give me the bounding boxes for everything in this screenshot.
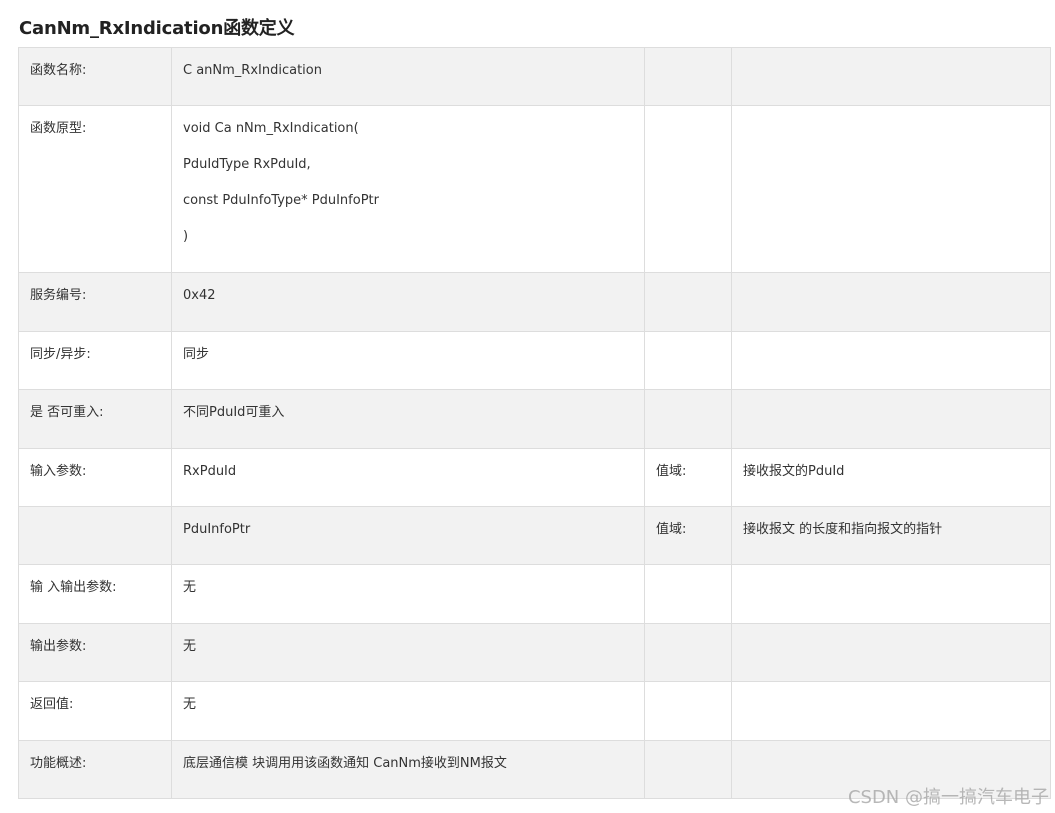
table-row-return-value: 返回值: 无 xyxy=(18,681,1051,741)
function-spec-table: 函数名称: C anNm_RxIndication 函数原型: void Ca … xyxy=(18,46,1051,799)
row-cell-4 xyxy=(731,105,1051,274)
row-label: 输 入输出参数: xyxy=(18,564,172,624)
table-row-inout-params: 输 入输出参数: 无 xyxy=(18,564,1051,624)
row-cell-4 xyxy=(731,330,1051,391)
row-value: 同步 xyxy=(171,330,645,391)
row-value: void Ca nNm_RxIndication( PduIdType RxPd… xyxy=(171,105,645,274)
row-cell-4: 接收报文的PduId xyxy=(731,447,1051,507)
row-cell-3 xyxy=(644,272,732,332)
prototype-line: const PduInfoType* PduInfoPtr xyxy=(183,193,379,209)
row-cell-3 xyxy=(644,564,732,624)
watermark: CSDN @搞一搞汽车电子 xyxy=(847,787,1049,808)
row-cell-4 xyxy=(731,622,1051,683)
table-row-function-prototype: 函数原型: void Ca nNm_RxIndication( PduIdTyp… xyxy=(18,105,1051,274)
row-value: C anNm_RxIndication xyxy=(171,46,645,107)
prototype-line: PduIdType RxPduId, xyxy=(183,157,311,173)
row-cell-3 xyxy=(644,739,732,799)
row-label: 同步/异步: xyxy=(18,330,172,391)
row-cell-4 xyxy=(731,389,1051,449)
row-value: 无 xyxy=(171,681,645,741)
row-label: 返回值: xyxy=(18,681,172,741)
row-cell-3 xyxy=(644,46,732,107)
row-cell-3 xyxy=(644,681,732,741)
row-value: 无 xyxy=(171,622,645,683)
table-row-reentrancy: 是 否可重入: 不同PduId可重入 xyxy=(18,389,1051,449)
row-label xyxy=(18,505,172,566)
table-row-output-params: 输出参数: 无 xyxy=(18,622,1051,683)
row-cell-3 xyxy=(644,622,732,683)
row-cell-3: 值域: xyxy=(644,447,732,507)
page: CanNm_RxIndication函数定义 函数名称: C anNm_RxIn… xyxy=(0,0,1055,813)
row-value: 不同PduId可重入 xyxy=(171,389,645,449)
row-cell-4 xyxy=(731,681,1051,741)
row-label: 函数名称: xyxy=(18,46,172,107)
row-cell-3 xyxy=(644,389,732,449)
row-label: 服务编号: xyxy=(18,272,172,332)
row-value: 无 xyxy=(171,564,645,624)
row-label: 是 否可重入: xyxy=(18,389,172,449)
table-row-input-params: 输入参数: RxPduId 值域: 接收报文的PduId xyxy=(18,447,1051,507)
row-cell-3 xyxy=(644,330,732,391)
table-row-service-id: 服务编号: 0x42 xyxy=(18,272,1051,332)
row-label: 功能概述: xyxy=(18,739,172,799)
prototype-line: ) xyxy=(183,229,189,245)
row-label: 输出参数: xyxy=(18,622,172,683)
row-cell-4 xyxy=(731,564,1051,624)
table-row-function-name: 函数名称: C anNm_RxIndication xyxy=(18,46,1051,107)
table-row-sync-async: 同步/异步: 同步 xyxy=(18,330,1051,391)
row-value: PduInfoPtr xyxy=(171,505,645,566)
prototype-line: void Ca nNm_RxIndication( xyxy=(183,121,359,137)
row-cell-4: 接收报文 的长度和指向报文的指针 xyxy=(731,505,1051,566)
table-row-input-params-2: PduInfoPtr 值域: 接收报文 的长度和指向报文的指针 xyxy=(18,505,1051,566)
row-cell-4 xyxy=(731,46,1051,107)
row-cell-3: 值域: xyxy=(644,505,732,566)
row-label: 函数原型: xyxy=(18,105,172,274)
row-value: 0x42 xyxy=(171,272,645,332)
row-cell-3 xyxy=(644,105,732,274)
row-cell-4 xyxy=(731,272,1051,332)
row-label: 输入参数: xyxy=(18,447,172,507)
page-title: CanNm_RxIndication函数定义 xyxy=(19,18,295,39)
row-value: 底层通信模 块调用用该函数通知 CanNm接收到NM报文 xyxy=(171,739,645,799)
row-value: RxPduId xyxy=(171,447,645,507)
